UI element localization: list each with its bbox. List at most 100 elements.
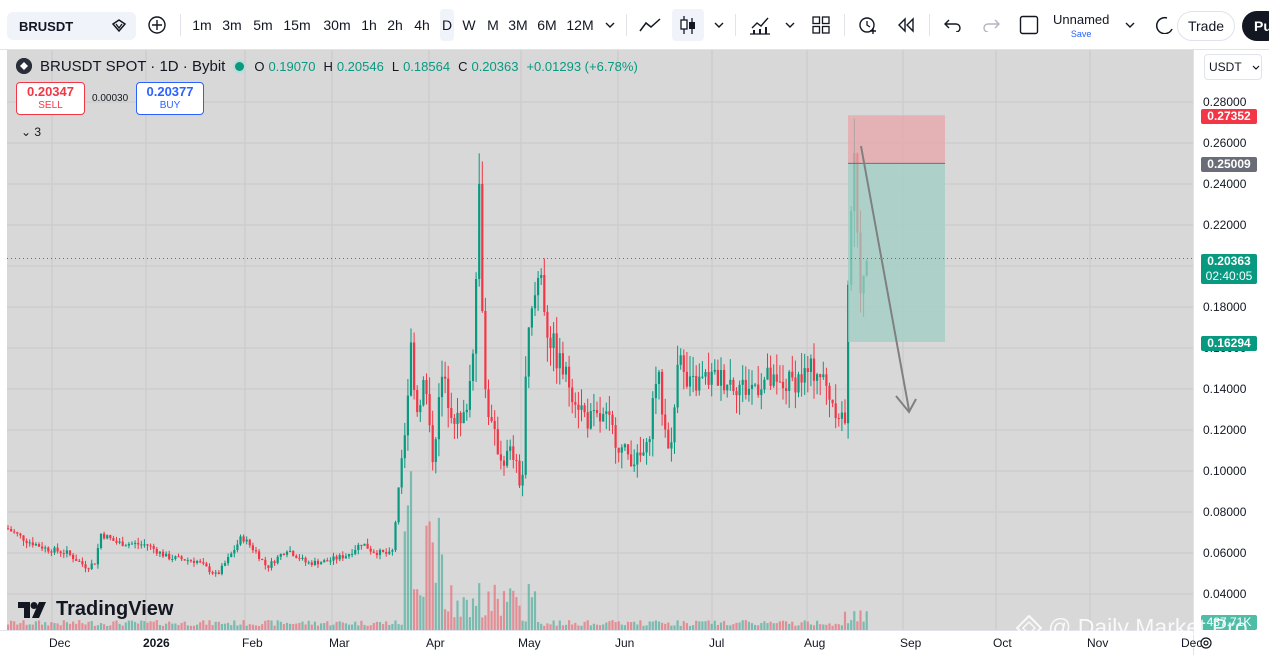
candle-body xyxy=(78,560,81,562)
candle-body xyxy=(161,551,165,557)
candle-body xyxy=(220,565,223,574)
candle-body xyxy=(614,425,617,448)
interval-dropdown-icon[interactable] xyxy=(602,0,618,50)
axis-settings-icon[interactable] xyxy=(1196,630,1216,655)
replay-icon[interactable] xyxy=(893,0,919,50)
candle-body xyxy=(87,568,90,570)
buy-button[interactable]: 0.20377 BUY xyxy=(136,82,204,115)
interval-1m[interactable]: 1m xyxy=(191,0,213,50)
candle-body xyxy=(292,550,295,556)
interval-m[interactable]: M xyxy=(485,0,501,50)
volume-bar xyxy=(22,620,25,630)
line-chart-icon[interactable] xyxy=(636,0,664,50)
market-status-icon[interactable] xyxy=(235,61,245,71)
indicators-icon[interactable] xyxy=(746,0,774,50)
volume-bar xyxy=(608,621,611,630)
redo-icon[interactable] xyxy=(978,0,1004,50)
interval-6m[interactable]: 6M xyxy=(536,0,558,50)
candle-body xyxy=(316,560,320,565)
candle-body xyxy=(397,487,400,523)
candles-chart-icon[interactable] xyxy=(672,9,704,41)
layout-name[interactable]: Unnamed Save xyxy=(1053,13,1109,41)
interval-5m[interactable]: 5m xyxy=(252,0,274,50)
candle-body xyxy=(719,369,723,386)
candle-body xyxy=(115,540,118,543)
symbol-search[interactable]: BRUSDT xyxy=(7,12,136,40)
candle-body xyxy=(589,411,592,429)
volume-bar xyxy=(518,605,521,630)
volume-bar xyxy=(493,584,496,630)
candle-body xyxy=(388,551,391,554)
candle-body xyxy=(270,561,273,568)
candle-body xyxy=(434,439,437,463)
interval-3m[interactable]: 3m xyxy=(221,0,243,50)
trade-button[interactable]: Trade xyxy=(1177,11,1235,41)
interval-d[interactable]: D xyxy=(440,9,454,41)
volume-bar xyxy=(258,625,261,630)
candle-body xyxy=(704,372,707,377)
interval-w[interactable]: W xyxy=(461,0,477,50)
volume-bar xyxy=(831,625,834,630)
interval-1h[interactable]: 1h xyxy=(360,0,378,50)
indicators-toggle[interactable]: ⌄ 3 xyxy=(21,125,41,139)
volume-bar xyxy=(183,621,186,630)
volume-bar xyxy=(723,620,726,630)
tradingview-logo-icon xyxy=(18,601,46,618)
layouts-grid-icon[interactable] xyxy=(808,0,834,50)
candle-body xyxy=(155,548,158,554)
volume-bar xyxy=(611,620,614,630)
candle-body xyxy=(530,308,533,328)
interval-3m[interactable]: 3M xyxy=(507,0,529,50)
candle-body xyxy=(620,447,623,453)
undo-icon[interactable] xyxy=(940,0,966,50)
candle-body xyxy=(72,554,75,560)
volume-bar xyxy=(487,591,490,630)
interval-15m[interactable]: 15m xyxy=(283,0,311,50)
volume-bar xyxy=(478,583,481,630)
time-tick-label: Feb xyxy=(242,636,263,650)
compare-add-icon[interactable] xyxy=(146,0,168,50)
candle-body xyxy=(310,562,313,565)
time-axis[interactable] xyxy=(0,630,1193,655)
price-tick-label: 0.14000 xyxy=(1203,382,1247,396)
exchange-icon[interactable] xyxy=(110,17,128,38)
candle-body xyxy=(785,388,788,391)
candle-body xyxy=(106,535,109,539)
candle-body xyxy=(583,405,586,413)
candle-body xyxy=(99,533,103,549)
volume-bar xyxy=(279,621,282,630)
volume-bar xyxy=(354,621,357,630)
diamond-logo-icon xyxy=(1016,614,1042,641)
price-chart[interactable] xyxy=(7,50,1193,630)
interval-4h[interactable]: 4h xyxy=(413,0,431,50)
sell-button[interactable]: 0.20347 SELL xyxy=(16,82,85,115)
chart-type-dropdown-icon[interactable] xyxy=(711,0,727,50)
alert-add-icon[interactable] xyxy=(855,0,881,50)
tradingview-logo[interactable]: TradingView xyxy=(18,598,173,621)
indicators-dropdown-icon[interactable] xyxy=(782,0,798,50)
interval-2h[interactable]: 2h xyxy=(386,0,404,50)
interval-12m[interactable]: 12M xyxy=(566,0,594,50)
volume-bar xyxy=(726,625,729,630)
layout-checkbox-icon[interactable] xyxy=(1016,0,1042,50)
currency-select[interactable]: USDT xyxy=(1204,54,1262,80)
volume-bar xyxy=(704,621,707,630)
volume-bar xyxy=(313,621,316,630)
volume-bar xyxy=(617,621,620,630)
symbol-title[interactable]: BRUSDT SPOT · 1D · Bybit xyxy=(40,58,225,75)
publish-button[interactable]: Pu xyxy=(1242,11,1269,41)
candle-body xyxy=(444,376,447,379)
currency-label: USDT xyxy=(1209,60,1242,74)
layout-dropdown-icon[interactable] xyxy=(1122,0,1138,50)
price-tick-label: 0.22000 xyxy=(1203,218,1247,232)
candle-body xyxy=(363,543,366,546)
candle-body xyxy=(735,391,738,396)
interval-30m[interactable]: 30m xyxy=(322,0,352,50)
quick-search-icon[interactable] xyxy=(1156,0,1174,50)
volume-bar xyxy=(673,625,676,630)
layout-save-label[interactable]: Save xyxy=(1053,27,1109,41)
volume-bar xyxy=(602,624,605,630)
candle-body xyxy=(515,459,518,461)
candle-body xyxy=(174,556,177,559)
volume-bar xyxy=(124,622,127,630)
